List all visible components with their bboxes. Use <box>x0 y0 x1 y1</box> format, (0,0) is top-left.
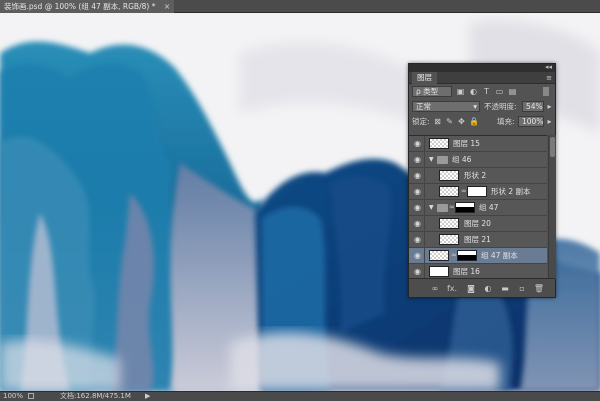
visibility-eye-icon[interactable]: ◉ <box>411 152 425 167</box>
mask-icon[interactable]: ◙ <box>465 283 477 294</box>
layer-row-selected[interactable]: ◉ ∞ 组 47 副本 <box>409 248 547 264</box>
adjust-icon[interactable]: ◐ <box>469 87 478 96</box>
folder-icon <box>437 204 448 212</box>
lock-position-icon[interactable]: ✥ <box>457 117 466 126</box>
chevron-down-icon: ▾ <box>473 102 477 111</box>
layer-list-scrollbar[interactable] <box>548 135 556 279</box>
layer-name[interactable]: 组 47 <box>479 200 498 215</box>
filter-toggle-icon[interactable] <box>543 87 549 96</box>
layer-thumbnail <box>429 138 449 149</box>
layer-thumbnail <box>439 170 459 181</box>
layer-row[interactable]: ◉ 形状 2 <box>409 168 547 184</box>
text-icon[interactable]: T <box>482 87 491 96</box>
layer-thumbnail <box>439 186 459 197</box>
opacity-dropdown-icon[interactable]: ▸ <box>545 102 554 111</box>
layer-row[interactable]: ◉ 图层 21 <box>409 232 547 248</box>
opacity-label: 不透明度: <box>484 102 517 111</box>
status-menu-arrow-icon[interactable]: ▶ <box>145 392 150 401</box>
document-tab-title: 装饰画.psd @ 100% (组 47 副本, RGB/8) * <box>4 2 156 11</box>
link-icon: ∞ <box>451 251 457 259</box>
folder-icon <box>437 156 448 164</box>
lock-pixels-icon[interactable]: ✎ <box>445 117 454 126</box>
link-icon: ∞ <box>461 187 467 195</box>
trash-icon[interactable]: 🗑 <box>533 283 545 294</box>
document-tab-bar: 装饰画.psd @ 100% (组 47 副本, RGB/8) * × <box>0 0 600 13</box>
panel-menu-icon[interactable]: ≡ <box>546 72 552 84</box>
document-info: 文档:162.8M/475.1M <box>60 392 131 400</box>
visibility-eye-icon[interactable]: ◉ <box>411 184 425 199</box>
expand-arrow-icon[interactable]: ▼ <box>429 200 434 215</box>
new-group-icon[interactable]: ▬ <box>499 283 511 294</box>
visibility-eye-icon[interactable]: ◉ <box>411 264 425 279</box>
visibility-eye-icon[interactable]: ◉ <box>411 216 425 231</box>
layer-name[interactable]: 组 47 副本 <box>481 248 518 263</box>
blend-row: 正常 ▾ 不透明度: 54% ▸ <box>409 99 555 114</box>
panel-footer: ∞ fx. ◙ ◐ ▬ ▫ 🗑 <box>409 278 555 297</box>
fill-input[interactable]: 100% <box>518 116 544 127</box>
visibility-eye-icon[interactable]: ◉ <box>411 168 425 183</box>
layer-mask-thumbnail[interactable] <box>467 186 487 197</box>
layer-name[interactable]: 图层 16 <box>453 264 480 279</box>
image-icon[interactable]: ▣ <box>456 87 465 96</box>
fill-label: 填充: <box>497 117 515 126</box>
filter-type-select[interactable]: ρ 类型 <box>412 86 452 97</box>
layer-name[interactable]: 图层 15 <box>453 136 480 151</box>
lock-transparent-icon[interactable]: ⊠ <box>433 117 442 126</box>
shape-icon[interactable]: ▭ <box>495 87 504 96</box>
document-tab[interactable]: 装饰画.psd @ 100% (组 47 副本, RGB/8) * × <box>0 0 175 13</box>
visibility-eye-icon[interactable]: ◉ <box>411 248 425 263</box>
lock-all-icon[interactable]: 🔒 <box>469 117 479 126</box>
filter-type-label: ρ 类型 <box>416 87 439 96</box>
layer-thumbnail <box>429 266 449 277</box>
layer-thumbnail <box>439 234 459 245</box>
link-icon[interactable]: ∞ <box>429 283 441 294</box>
layer-list: ◉ 图层 15 ◉ ▼ 组 46 ◉ 形状 2 ◉ ∞ 形状 2 副本 ◉ ▼ <box>409 135 547 280</box>
new-layer-icon[interactable]: ▫ <box>516 283 528 294</box>
close-tab-icon[interactable]: × <box>164 2 170 11</box>
scrollbar-thumb[interactable] <box>550 137 555 157</box>
blend-mode-value: 正常 <box>416 102 431 111</box>
layer-row[interactable]: ◉ 图层 20 <box>409 216 547 232</box>
status-bar: 100% 文档:162.8M/475.1M ▶ <box>0 391 600 401</box>
layer-name[interactable]: 形状 2 副本 <box>491 184 531 199</box>
visibility-eye-icon[interactable]: ◉ <box>411 232 425 247</box>
opacity-input[interactable]: 54% <box>522 101 544 112</box>
panel-title-bar[interactable]: ◂◂ <box>409 63 555 72</box>
visibility-eye-icon[interactable]: ◉ <box>411 136 425 151</box>
layer-name[interactable]: 组 46 <box>452 152 471 167</box>
opacity-value: 54% <box>526 102 543 111</box>
layer-row[interactable]: ◉ ∞ 形状 2 副本 <box>409 184 547 200</box>
layer-name[interactable]: 图层 21 <box>464 232 491 247</box>
layers-panel: ◂◂ 图层 ≡ ρ 类型 ▣ ◐ T ▭ ▤ 正常 ▾ 不透明度: 54% ▸ … <box>408 63 556 298</box>
layer-name[interactable]: 图层 20 <box>464 216 491 231</box>
filter-row: ρ 类型 ▣ ◐ T ▭ ▤ <box>409 84 555 99</box>
smart-object-icon[interactable]: ▤ <box>508 87 517 96</box>
layer-row[interactable]: ◉ ▼ ∞ 组 47 <box>409 200 547 216</box>
fill-value: 100% <box>522 117 544 126</box>
lock-label: 锁定: <box>412 117 430 126</box>
lock-row: 锁定: ⊠ ✎ ✥ 🔒 填充: 100% ▸ <box>409 114 555 129</box>
layer-mask-thumbnail[interactable] <box>455 202 475 213</box>
layer-thumbnail <box>429 250 449 261</box>
layer-row[interactable]: ◉ ▼ 组 46 <box>409 152 547 168</box>
panel-tab-bar: 图层 ≡ <box>409 72 555 84</box>
visibility-eye-icon[interactable]: ◉ <box>411 200 425 215</box>
layer-row[interactable]: ◉ 图层 15 <box>409 136 547 152</box>
link-icon: ∞ <box>449 203 455 211</box>
layer-thumbnail <box>439 218 459 229</box>
blend-mode-select[interactable]: 正常 ▾ <box>412 101 480 112</box>
collapse-panel-icon[interactable]: ◂◂ <box>545 63 552 71</box>
layer-name[interactable]: 形状 2 <box>464 168 486 183</box>
adjustment-icon[interactable]: ◐ <box>482 283 494 294</box>
fill-dropdown-icon[interactable]: ▸ <box>545 117 554 126</box>
tab-layers[interactable]: 图层 <box>412 72 437 84</box>
zoom-icon <box>28 393 34 399</box>
layer-mask-thumbnail[interactable] <box>457 250 477 261</box>
expand-arrow-icon[interactable]: ▼ <box>429 152 434 167</box>
zoom-level[interactable]: 100% <box>3 392 23 401</box>
fx-icon[interactable]: fx. <box>446 283 458 294</box>
